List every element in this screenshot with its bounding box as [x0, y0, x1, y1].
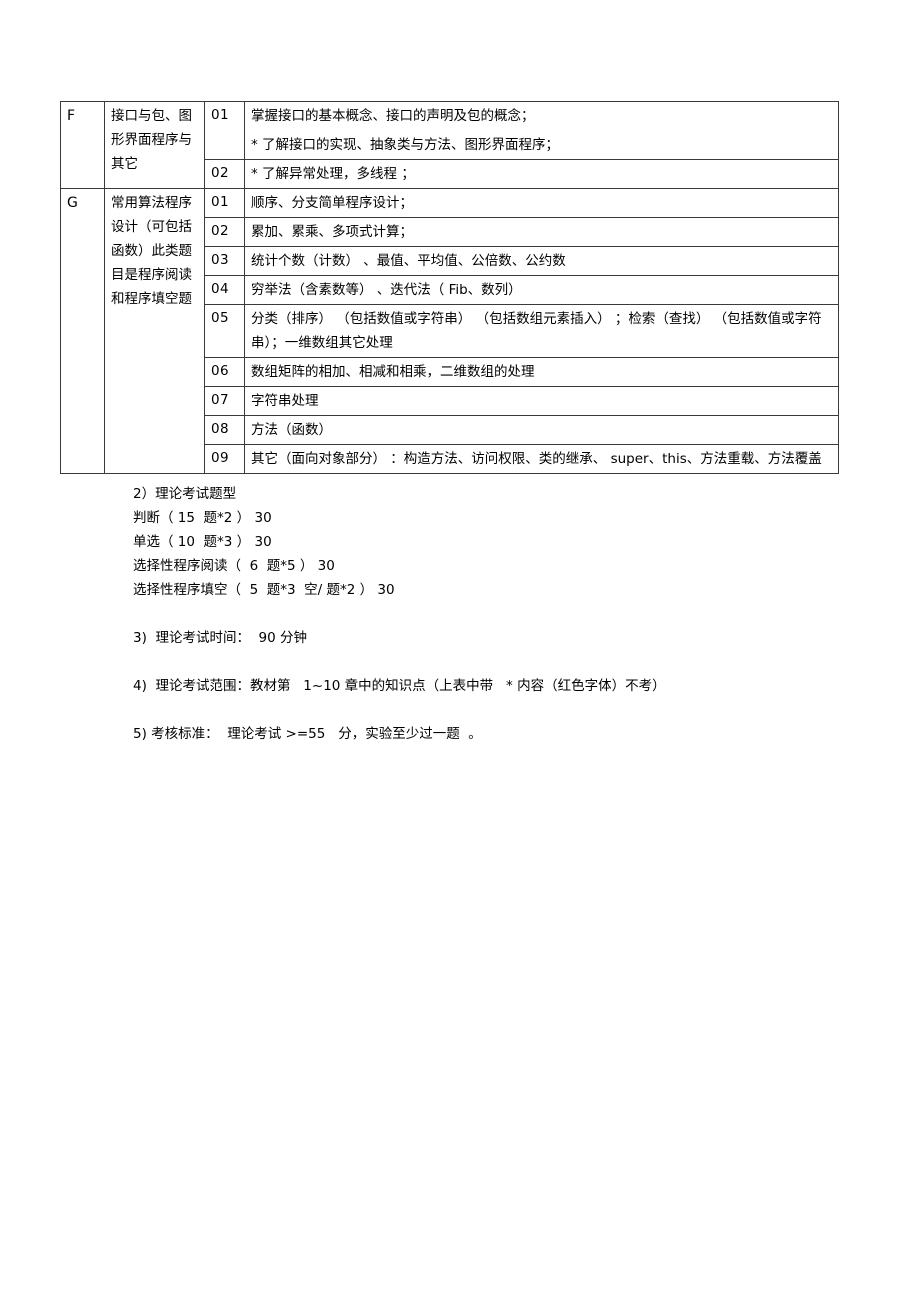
table-row: G 常用算法程序设计（可包括函数）此类题目是程序阅读和程序填空题 01 顺序、分…	[60, 188, 839, 475]
content-line: 穷举法（含素数等） 、迭代法（ Fib、数列）	[251, 282, 522, 299]
content-line: 掌握接口的基本概念、接口的声明及包的概念；	[251, 108, 535, 124]
row-number: 03	[204, 246, 245, 277]
table-row: F 接口与包、图形界面程序与其它 01 掌握接口的基本概念、接口的声明及包的概念…	[60, 100, 839, 190]
row-content: 掌握接口的基本概念、接口的声明及包的概念； * 了解接口的实现、抽象类与方法、图…	[244, 100, 839, 161]
row-content: 顺序、分支简单程序设计；	[244, 188, 839, 219]
row-content: * 了解异常处理，多线程 ；	[244, 159, 839, 190]
item-2-line-program-reading: 选择性程序阅读（ 6 题*5 ） 30	[133, 558, 335, 575]
content-line: * 了解接口的实现、抽象类与方法、图形界面程序；	[251, 137, 560, 154]
item-2-block: 2）理论考试题型 判断（ 15 题*2 ） 30 单选（ 10 题*3 ） 30…	[133, 482, 873, 602]
item-3-exam-duration: 3) 理论考试时间： 90 分钟	[133, 630, 307, 647]
row-content: 累加、累乘、多项式计算；	[244, 217, 839, 248]
row-content: 数组矩阵的相加、相减和相乘，二维数组的处理	[244, 357, 839, 388]
row-number: 04	[204, 275, 245, 306]
item-2-heading: 2）理论考试题型	[133, 486, 237, 502]
document-page: F 接口与包、图形界面程序与其它 01 掌握接口的基本概念、接口的声明及包的概念…	[0, 0, 920, 1303]
item-2-line-judge: 判断（ 15 题*2 ） 30	[133, 510, 272, 527]
row-number: 09	[204, 444, 245, 475]
item-4-exam-scope: 4) 理论考试范围：教材第 1~10 章中的知识点（上表中带 * 内容（红色字体…	[133, 678, 666, 695]
item-2-line-program-fill: 选择性程序填空（ 5 题*3 空/ 题*2 ） 30	[133, 582, 395, 599]
row-number: 02	[204, 217, 245, 248]
section-letter-f: F	[60, 100, 105, 190]
content-line: 字符串处理	[251, 393, 319, 410]
row-number: 02	[204, 159, 245, 190]
row-content: 方法（函数）	[244, 415, 839, 446]
section-topic-g: 常用算法程序设计（可包括函数）此类题目是程序阅读和程序填空题	[104, 188, 205, 475]
row-number: 07	[204, 386, 245, 417]
item-5-grading-standard: 5) 考核标准： 理论考试 >=55 分，实验至少过一题 。	[133, 726, 482, 743]
row-number: 05	[204, 304, 245, 359]
syllabus-table: F 接口与包、图形界面程序与其它 01 掌握接口的基本概念、接口的声明及包的概念…	[60, 100, 839, 475]
content-line: 数组矩阵的相加、相减和相乘，二维数组的处理	[251, 364, 535, 381]
content-line: 方法（函数）	[251, 422, 332, 439]
content-line: 其它（面向对象部分） ：构造方法、访问权限、类的继承、 super、this、方…	[251, 451, 822, 468]
row-number: 08	[204, 415, 245, 446]
content-line: 累加、累乘、多项式计算；	[251, 224, 413, 241]
content-line: 顺序、分支简单程序设计；	[251, 195, 413, 212]
content-line: 分类（排序） （包括数值或字符串） （包括数组元素插入） ；检索（查找） （包括…	[251, 311, 822, 352]
row-content: 其它（面向对象部分） ：构造方法、访问权限、类的继承、 super、this、方…	[244, 444, 839, 475]
row-content: 统计个数（计数） 、最值、平均值、公倍数、公约数	[244, 246, 839, 277]
row-content: 字符串处理	[244, 386, 839, 417]
document-body-text: 2）理论考试题型 判断（ 15 题*2 ） 30 单选（ 10 题*3 ） 30…	[133, 482, 873, 746]
content-line: 统计个数（计数） 、最值、平均值、公倍数、公约数	[251, 253, 566, 270]
content-line: * 了解异常处理，多线程 ；	[251, 166, 415, 183]
row-number: 01	[204, 188, 245, 219]
section-topic-f: 接口与包、图形界面程序与其它	[104, 100, 205, 190]
row-number: 01	[204, 100, 245, 161]
row-number: 06	[204, 357, 245, 388]
row-content: 分类（排序） （包括数值或字符串） （包括数组元素插入） ；检索（查找） （包括…	[244, 304, 839, 359]
section-letter-g: G	[60, 188, 105, 475]
item-2-line-single-choice: 单选（ 10 题*3 ） 30	[133, 534, 272, 551]
syllabus-table-body: F 接口与包、图形界面程序与其它 01 掌握接口的基本概念、接口的声明及包的概念…	[60, 100, 839, 475]
row-content: 穷举法（含素数等） 、迭代法（ Fib、数列）	[244, 275, 839, 306]
